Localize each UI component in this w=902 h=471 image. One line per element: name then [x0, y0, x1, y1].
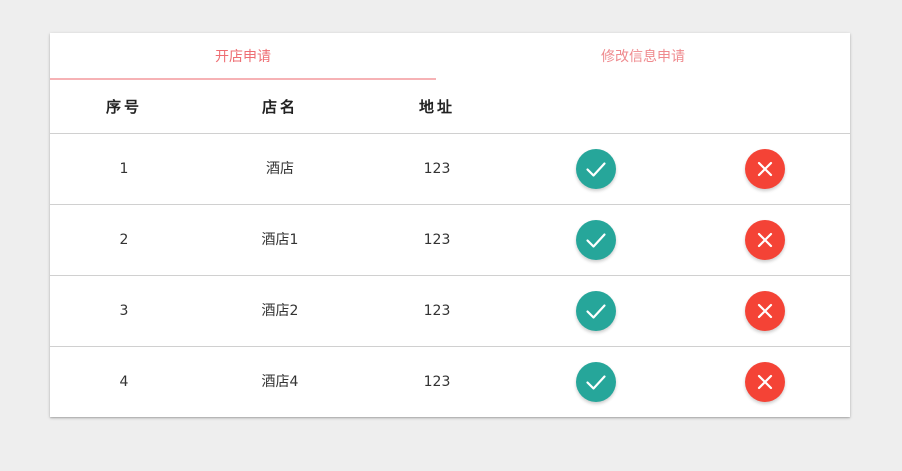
approve-button[interactable] [576, 220, 616, 260]
row-index: 4 [119, 374, 129, 390]
reject-button[interactable] [745, 220, 785, 260]
close-icon [757, 374, 773, 390]
row-address: 123 [423, 161, 451, 177]
row-address: 123 [423, 374, 451, 390]
row-store-name: 酒店2 [261, 303, 299, 319]
table-row: 3 酒店2 123 [50, 276, 850, 347]
close-icon [757, 161, 773, 177]
check-icon [586, 304, 606, 319]
tab-bar: 开店申请 修改信息申请 [50, 33, 850, 81]
tab-active-indicator [50, 78, 436, 80]
header-index: 序号 [105, 98, 142, 116]
row-store-name: 酒店 [266, 161, 294, 177]
tab-open-store-application[interactable]: 开店申请 [50, 33, 436, 81]
reject-button[interactable] [745, 291, 785, 331]
approve-button[interactable] [576, 291, 616, 331]
row-store-name: 酒店1 [261, 232, 299, 248]
row-index: 3 [119, 303, 129, 319]
row-index: 1 [119, 161, 129, 177]
row-address: 123 [423, 303, 451, 319]
table-row: 2 酒店1 123 [50, 205, 850, 276]
approve-button[interactable] [576, 149, 616, 189]
approve-button[interactable] [576, 362, 616, 402]
header-address: 地址 [418, 98, 455, 116]
table-row: 1 酒店 123 [50, 134, 850, 205]
row-address: 123 [423, 232, 451, 248]
table-row: 4 酒店4 123 [50, 347, 850, 417]
row-store-name: 酒店4 [261, 374, 299, 390]
table-header: 序号 店名 地址 [50, 81, 850, 134]
reject-button[interactable] [745, 362, 785, 402]
row-index: 2 [119, 232, 129, 248]
check-icon [586, 233, 606, 248]
header-store-name: 店名 [261, 98, 298, 116]
close-icon [757, 303, 773, 319]
reject-button[interactable] [745, 149, 785, 189]
applications-card: 开店申请 修改信息申请 序号 店名 地址 1 酒店 123 2 酒店1 123 [50, 33, 850, 417]
tab-modify-info-application[interactable]: 修改信息申请 [450, 33, 836, 81]
close-icon [757, 232, 773, 248]
check-icon [586, 162, 606, 177]
check-icon [586, 375, 606, 390]
